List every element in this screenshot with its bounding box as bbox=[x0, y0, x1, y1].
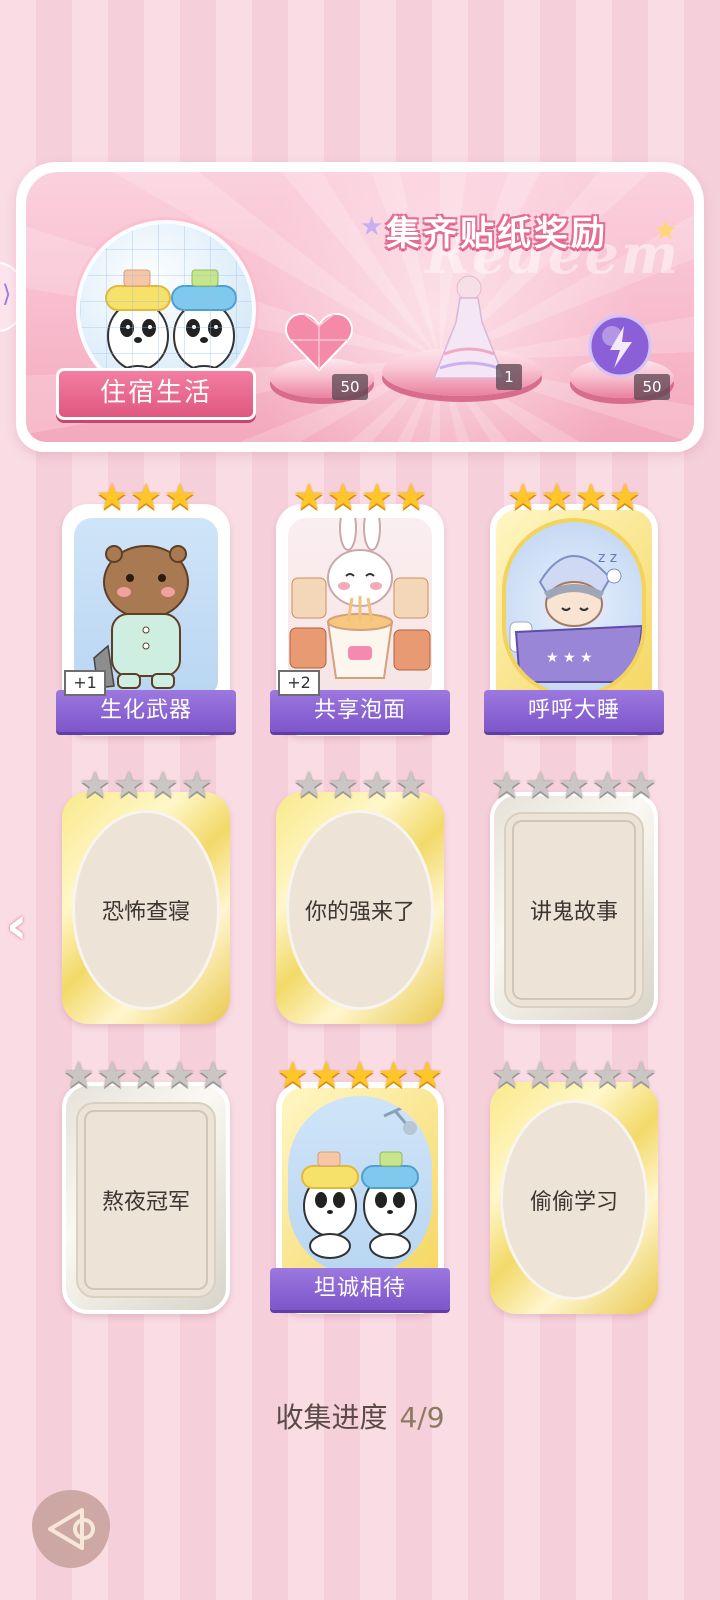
reward-banner: Redeem ★ 集齐贴纸奖励 ★ 住宿生活 50 1 50 bbox=[16, 162, 704, 452]
star-empty-icon: ★ bbox=[591, 765, 624, 806]
star-empty-icon: ★ bbox=[78, 765, 112, 806]
star-empty-icon: ★ bbox=[394, 765, 428, 806]
star-empty-icon: ★ bbox=[163, 1055, 196, 1096]
heart-gem-icon[interactable] bbox=[284, 310, 354, 374]
star-filled-icon: ★ bbox=[574, 477, 608, 518]
star-empty-icon: ★ bbox=[62, 1055, 95, 1096]
sleeping-boy-icon: z z ★ ★ ★ bbox=[509, 550, 642, 683]
star-empty-icon: ★ bbox=[591, 1055, 624, 1096]
star-rating: ★ ★ ★ ★ bbox=[490, 476, 658, 520]
star-empty-icon: ★ bbox=[360, 765, 394, 806]
sticker-card-locked[interactable]: 恐怖查寝 ★ ★ ★ ★ bbox=[62, 764, 230, 1024]
star-filled-icon: ★ bbox=[343, 1055, 377, 1096]
duplicate-count-badge: +2 bbox=[278, 670, 320, 696]
star-empty-icon: ★ bbox=[625, 1055, 658, 1096]
sticker-card-locked[interactable]: 你的强来了 ★ ★ ★ ★ bbox=[276, 764, 444, 1024]
star-empty-icon: ★ bbox=[180, 765, 214, 806]
star-empty-icon: ★ bbox=[557, 765, 591, 806]
svg-text:★ ★ ★: ★ ★ ★ bbox=[546, 650, 593, 666]
card-name: 坦诚相待 bbox=[270, 1268, 450, 1310]
collection-progress: 收集进度 4/9 bbox=[0, 1396, 720, 1436]
card-name: 生化武器 bbox=[56, 690, 236, 732]
reward-count: 50 bbox=[634, 374, 670, 400]
previous-page-arrow-icon[interactable]: ‹ bbox=[6, 898, 42, 954]
back-arrow-icon bbox=[48, 1508, 95, 1550]
star-decoration-icon: ★ bbox=[654, 216, 678, 246]
star-empty-icon: ★ bbox=[129, 1055, 163, 1096]
sticker-card[interactable]: ★ ★ ★ ★ 共享泡面 +2 bbox=[270, 476, 450, 736]
star-filled-icon: ★ bbox=[506, 477, 540, 518]
energy-orb-icon[interactable] bbox=[588, 314, 652, 378]
sticker-card[interactable]: ★ ★ ★ 生化武器 +1 bbox=[56, 476, 236, 736]
banner-title: 集齐贴纸奖励 bbox=[386, 214, 608, 254]
star-rating: ★ ★ ★ ★ ★ bbox=[62, 1054, 230, 1098]
reward-count: 1 bbox=[496, 364, 522, 390]
reward-count: 50 bbox=[332, 374, 368, 400]
star-empty-icon: ★ bbox=[197, 1055, 230, 1096]
reward-banner-background: Redeem ★ 集齐贴纸奖励 ★ 住宿生活 50 1 50 bbox=[26, 172, 694, 442]
sticker-card-locked[interactable]: 讲鬼故事 ★ ★ ★ ★ ★ bbox=[490, 764, 658, 1024]
star-rating: ★ ★ ★ bbox=[62, 476, 230, 520]
star-filled-icon: ★ bbox=[326, 477, 360, 518]
star-rating: ★ ★ ★ ★ ★ bbox=[490, 764, 658, 808]
star-filled-icon: ★ bbox=[377, 1055, 410, 1096]
star-rating: ★ ★ ★ ★ bbox=[276, 476, 444, 520]
card-placeholder-name: 讲鬼故事 bbox=[504, 812, 644, 1008]
star-filled-icon: ★ bbox=[360, 477, 394, 518]
star-filled-icon: ★ bbox=[95, 477, 129, 518]
card-placeholder-name: 熬夜冠军 bbox=[76, 1102, 216, 1298]
star-filled-icon: ★ bbox=[310, 1055, 343, 1096]
star-decoration-icon: ★ bbox=[360, 212, 384, 242]
card-placeholder-name: 偷偷学习 bbox=[500, 1100, 648, 1300]
card-placeholder-name: 你的强来了 bbox=[286, 810, 434, 1010]
svg-text:z z: z z bbox=[598, 550, 617, 566]
star-filled-icon: ★ bbox=[276, 1055, 309, 1096]
star-empty-icon: ★ bbox=[96, 1055, 129, 1096]
panda-bath-icon bbox=[301, 1104, 419, 1259]
star-empty-icon: ★ bbox=[146, 765, 180, 806]
star-filled-icon: ★ bbox=[540, 477, 574, 518]
star-empty-icon: ★ bbox=[557, 1055, 591, 1096]
star-empty-icon: ★ bbox=[524, 1055, 557, 1096]
progress-label: 收集进度 bbox=[275, 1401, 388, 1434]
card-placeholder-name: 恐怖查寝 bbox=[72, 810, 220, 1010]
card-name: 共享泡面 bbox=[270, 690, 450, 732]
star-empty-icon: ★ bbox=[490, 1055, 523, 1096]
progress-value: 4/9 bbox=[399, 1401, 445, 1434]
sticker-card-locked[interactable]: 偷偷学习 ★ ★ ★ ★ ★ bbox=[490, 1054, 658, 1314]
album-label: 住宿生活 bbox=[56, 368, 256, 420]
star-empty-icon: ★ bbox=[524, 765, 557, 806]
star-filled-icon: ★ bbox=[394, 477, 428, 518]
back-button[interactable] bbox=[32, 1490, 110, 1568]
star-empty-icon: ★ bbox=[112, 765, 146, 806]
star-filled-icon: ★ bbox=[411, 1055, 444, 1096]
duplicate-count-badge: +1 bbox=[64, 670, 106, 696]
sticker-card[interactable]: ★ ★ ★ ★ ★ 坦诚相待 bbox=[270, 1054, 450, 1314]
star-rating: ★ ★ ★ ★ ★ bbox=[276, 1054, 444, 1098]
star-rating: ★ ★ ★ ★ ★ bbox=[490, 1054, 658, 1098]
star-filled-icon: ★ bbox=[292, 477, 326, 518]
star-rating: ★ ★ ★ ★ bbox=[276, 764, 444, 808]
star-filled-icon: ★ bbox=[163, 477, 197, 518]
star-filled-icon: ★ bbox=[608, 477, 642, 518]
card-name: 呼呼大睡 bbox=[484, 690, 664, 732]
star-empty-icon: ★ bbox=[326, 765, 360, 806]
star-rating: ★ ★ ★ ★ bbox=[62, 764, 230, 808]
star-filled-icon: ★ bbox=[129, 477, 163, 518]
star-empty-icon: ★ bbox=[625, 765, 658, 806]
card-art bbox=[288, 1096, 432, 1276]
sticker-card[interactable]: z z ★ ★ ★ ★ ★ ★ ★ 呼呼大睡 bbox=[484, 476, 664, 736]
star-empty-icon: ★ bbox=[292, 765, 326, 806]
sticker-card-locked[interactable]: 熬夜冠军 ★ ★ ★ ★ ★ bbox=[62, 1054, 230, 1314]
star-empty-icon: ★ bbox=[490, 765, 523, 806]
card-art: z z ★ ★ ★ bbox=[502, 518, 646, 698]
